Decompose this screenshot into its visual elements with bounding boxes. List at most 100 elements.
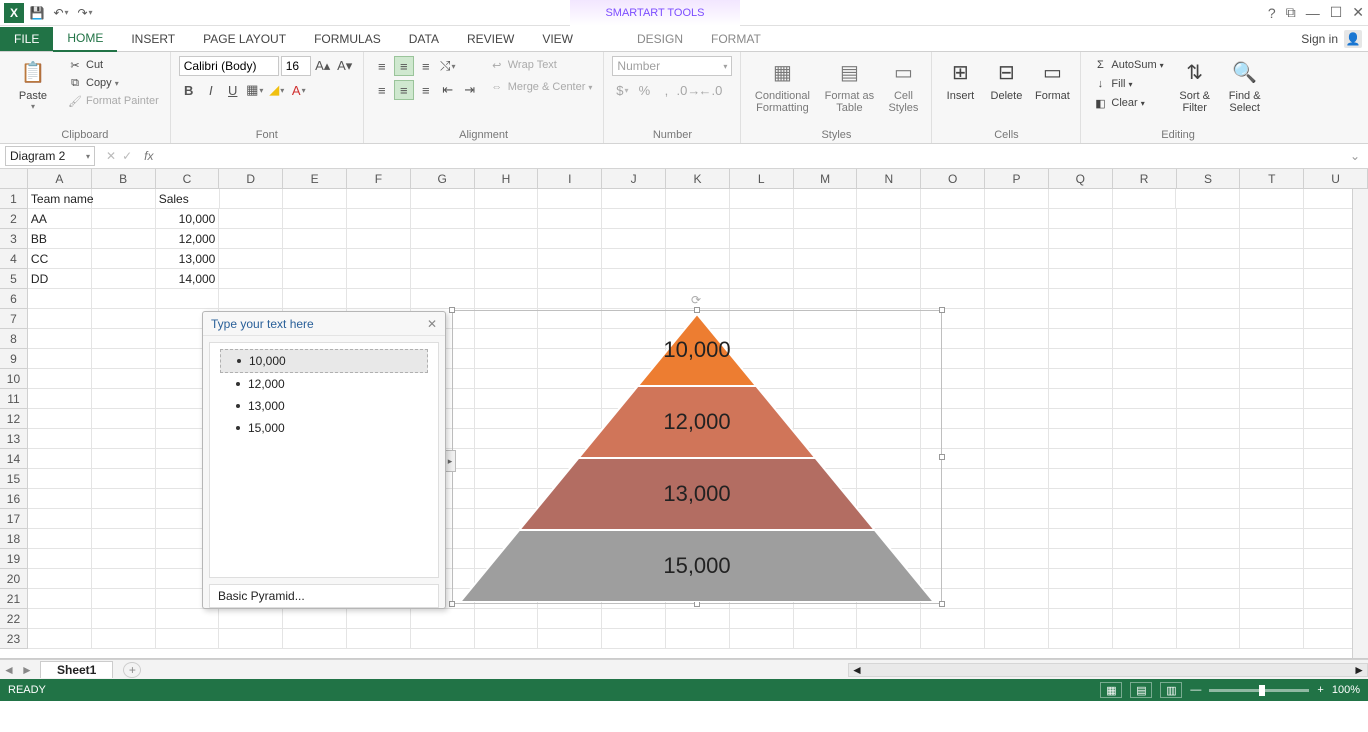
page-break-view-icon[interactable]: ▥	[1160, 682, 1182, 698]
cell[interactable]	[283, 189, 347, 209]
cell[interactable]	[1113, 589, 1177, 609]
cell[interactable]	[794, 249, 858, 269]
cell[interactable]	[538, 249, 602, 269]
cell[interactable]	[1177, 349, 1241, 369]
cell[interactable]	[985, 509, 1049, 529]
text-pane-footer[interactable]: Basic Pyramid...	[209, 584, 439, 608]
row-header-21[interactable]: 21	[0, 589, 28, 609]
cell[interactable]	[1177, 589, 1241, 609]
conditional-formatting-button[interactable]: ▦Conditional Formatting	[749, 56, 815, 114]
cell[interactable]	[1113, 549, 1177, 569]
column-header-I[interactable]: I	[538, 169, 602, 188]
cell[interactable]	[1113, 429, 1177, 449]
decrease-indent-icon[interactable]: ⇤	[438, 80, 458, 100]
cell[interactable]	[28, 369, 92, 389]
cell[interactable]	[1177, 569, 1241, 589]
fill-color-button[interactable]: ◢	[267, 80, 287, 100]
cell[interactable]	[985, 329, 1049, 349]
column-header-O[interactable]: O	[921, 169, 985, 188]
cell[interactable]	[1240, 389, 1304, 409]
cell[interactable]	[666, 209, 730, 229]
row-header-6[interactable]: 6	[0, 289, 28, 309]
cell[interactable]	[475, 289, 539, 309]
cell[interactable]	[985, 369, 1049, 389]
cell[interactable]	[1113, 249, 1177, 269]
cell[interactable]	[1240, 509, 1304, 529]
cell[interactable]	[1049, 189, 1113, 209]
row-header-2[interactable]: 2	[0, 209, 28, 229]
cell[interactable]	[1049, 609, 1113, 629]
cell[interactable]	[1177, 609, 1241, 629]
cell[interactable]	[475, 609, 539, 629]
align-center-icon[interactable]: ≡	[394, 80, 414, 100]
cell[interactable]	[538, 609, 602, 629]
sheet-nav-next[interactable]: ►	[18, 663, 36, 677]
row-header-5[interactable]: 5	[0, 269, 28, 289]
cell[interactable]: 14,000	[156, 269, 220, 289]
cell[interactable]	[411, 249, 475, 269]
cell[interactable]	[411, 229, 475, 249]
cell[interactable]: 10,000	[156, 209, 220, 229]
zoom-slider[interactable]	[1209, 689, 1309, 692]
cell[interactable]	[857, 229, 921, 249]
cell[interactable]	[220, 189, 284, 209]
zoom-level[interactable]: 100%	[1332, 684, 1360, 696]
cell[interactable]	[602, 629, 666, 649]
cell[interactable]	[1049, 369, 1113, 389]
cell[interactable]	[602, 249, 666, 269]
cell[interactable]: Sales	[156, 189, 220, 209]
border-button[interactable]: ▦	[245, 80, 265, 100]
cell[interactable]	[28, 629, 92, 649]
cell[interactable]	[92, 329, 156, 349]
cell[interactable]	[985, 249, 1049, 269]
row-header-9[interactable]: 9	[0, 349, 28, 369]
cell[interactable]	[1177, 409, 1241, 429]
cell[interactable]	[92, 189, 156, 209]
cell[interactable]	[1113, 289, 1177, 309]
column-header-Q[interactable]: Q	[1049, 169, 1113, 188]
cell[interactable]	[538, 289, 602, 309]
cell[interactable]	[92, 469, 156, 489]
cell[interactable]	[921, 269, 985, 289]
enter-formula-icon[interactable]: ✓	[122, 149, 132, 163]
cell[interactable]	[92, 389, 156, 409]
cell[interactable]: Team name	[28, 189, 92, 209]
column-header-J[interactable]: J	[602, 169, 666, 188]
cell[interactable]	[411, 189, 475, 209]
cell[interactable]	[1049, 629, 1113, 649]
cell[interactable]	[28, 589, 92, 609]
cell[interactable]	[1240, 429, 1304, 449]
cell[interactable]	[92, 369, 156, 389]
cell[interactable]	[411, 209, 475, 229]
pyramid-level[interactable]: 10,000	[460, 314, 934, 386]
row-header-13[interactable]: 13	[0, 429, 28, 449]
cell[interactable]	[92, 609, 156, 629]
fx-icon[interactable]: fx	[138, 149, 159, 163]
cell[interactable]: AA	[28, 209, 92, 229]
cell[interactable]	[1113, 229, 1177, 249]
cell[interactable]	[730, 189, 794, 209]
cell[interactable]	[1113, 189, 1177, 209]
cell[interactable]	[28, 469, 92, 489]
font-name-combo[interactable]	[179, 56, 279, 76]
cell[interactable]	[347, 269, 411, 289]
cell[interactable]	[666, 269, 730, 289]
cell[interactable]	[857, 269, 921, 289]
cell[interactable]	[1240, 249, 1304, 269]
text-pane-item[interactable]: 12,000	[220, 373, 428, 395]
cell[interactable]	[92, 529, 156, 549]
cell[interactable]	[1049, 589, 1113, 609]
cell[interactable]	[1049, 549, 1113, 569]
cell[interactable]	[411, 269, 475, 289]
row-header-3[interactable]: 3	[0, 229, 28, 249]
currency-icon[interactable]: $	[612, 80, 632, 100]
expand-formula-icon[interactable]: ⌄	[1350, 149, 1368, 163]
tab-file[interactable]: FILE	[0, 27, 53, 51]
horizontal-scrollbar[interactable]: ◄►	[848, 663, 1368, 677]
cell[interactable]	[219, 249, 283, 269]
cell[interactable]	[794, 229, 858, 249]
cell[interactable]	[1113, 509, 1177, 529]
cell[interactable]	[1240, 309, 1304, 329]
cell[interactable]	[985, 489, 1049, 509]
cell[interactable]	[1113, 349, 1177, 369]
